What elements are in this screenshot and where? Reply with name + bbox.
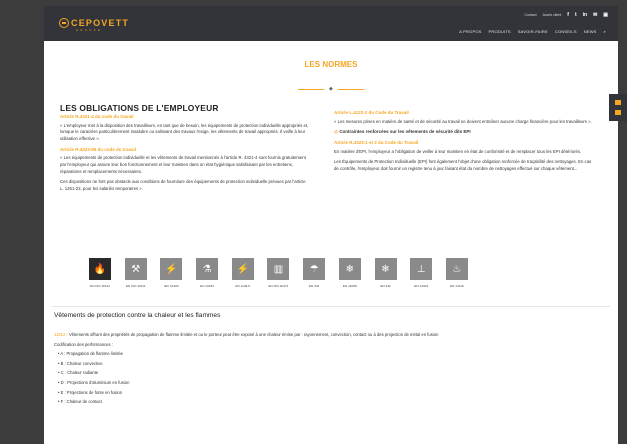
norm-item[interactable]: ⊥ EN 14404 (410, 258, 433, 288)
warning-icon: ⚠ (334, 129, 339, 135)
extreme-cold-icon[interactable]: ❄ (374, 258, 397, 280)
right-column: Article L.4122-2 du Code du Travail « Le… (334, 110, 596, 177)
article-title: Article L.4122-2 du Code du Travail (334, 110, 409, 115)
norm-item[interactable]: ⚡ IEC 61482 (160, 258, 183, 288)
norm-item[interactable]: ⚗ EN 13034 (196, 258, 219, 288)
floating-widget-icon[interactable] (615, 100, 621, 105)
section-body: 11612 : Vêtements offrant des propriétés… (54, 330, 438, 407)
nav-item-a-propos[interactable]: A PROPOS (459, 29, 481, 34)
norm-label: IEC 61482 (164, 284, 179, 288)
title-divider: ◆ (298, 86, 364, 92)
norm-label: EN 1149-5 (235, 284, 251, 288)
norm-label: EN ISO 11612 (90, 284, 110, 288)
norm-item[interactable]: ❄ EN 342 (374, 258, 397, 288)
high-visibility-icon[interactable]: ▥ (267, 258, 290, 280)
list-item: • A : Propagation de flamme limitée (58, 351, 124, 357)
norm-description-text: : Vêtements offrant des propriétés de pr… (65, 332, 439, 337)
article-text: « L'employeur met à la disposition des t… (60, 122, 309, 141)
divider-line-left (298, 89, 324, 90)
warning-text: Contraintes renforcées sur les vêtements… (339, 129, 471, 135)
search-icon[interactable]: ⌕ (604, 29, 606, 34)
nav-item-savoir-faire[interactable]: SAVOIR-FAIRE (518, 29, 548, 34)
article-title: Article R.4323-1 et 2 du Code du Travail (334, 139, 419, 145)
norm-code-link[interactable]: 11612 (54, 332, 65, 337)
floating-widget-icon[interactable] (615, 110, 621, 115)
nav-item-conseils[interactable]: CONSEILS (555, 29, 577, 34)
site-header: CEPOVETT GROUPE Contact Accès client f t… (44, 6, 618, 41)
norm-item[interactable]: 🔥 EN ISO 11612 (89, 258, 111, 288)
chemical-icon[interactable]: ⚗ (196, 258, 219, 280)
left-column: LES OBLIGATIONS DE L'EMPLOYEUR Article R… (60, 103, 310, 196)
page: CEPOVETT GROUPE Contact Accès client f t… (44, 6, 618, 444)
norm-label: EN ISO 20471 (268, 284, 289, 288)
norm-label: EN ISO 11611 (125, 284, 146, 288)
twitter-icon[interactable]: t (575, 12, 577, 18)
norm-icons-row: 🔥 EN ISO 11612 ⚒ EN ISO 11611 ⚡ IEC 61482 ⚗… (89, 258, 468, 288)
cold-icon[interactable]: ❄ (338, 258, 361, 280)
divider-ornament-icon: ◆ (329, 86, 333, 92)
norm-label: EN 14116 (450, 284, 464, 288)
article-text: Les Équipements de Protection Individuel… (334, 159, 592, 171)
norm-item[interactable]: ❄ EN 14058 (338, 258, 361, 288)
article-text: « Les équipements de protection individu… (60, 155, 306, 174)
norm-item[interactable]: ☂ EN 343 (303, 258, 326, 288)
norm-description: 11612 : Vêtements offrant des propriétés… (54, 330, 438, 340)
article-text: « Les mesures prises en matière de santé… (334, 118, 592, 124)
norm-item[interactable]: ♨ EN 14116 (445, 258, 468, 288)
mail-icon[interactable]: ✉ (593, 12, 597, 18)
list-item: • B : Chaleur convective (58, 360, 103, 366)
norm-label: EN 13034 (200, 284, 214, 288)
flame-icon[interactable]: 🔥 (89, 258, 111, 280)
nav-item-news[interactable]: NEWS (584, 29, 597, 34)
article-text: Ces dispositions ne font pas obstacle au… (60, 179, 306, 191)
article-title: Article R.4323-95 du code du travail (60, 146, 137, 152)
codification-label: Codification des performances : (54, 341, 113, 347)
norm-label: EN 342 (380, 284, 391, 288)
floating-side-widget[interactable] (609, 94, 627, 121)
logo[interactable]: CEPOVETT (59, 18, 129, 28)
list-item: • D : Projections d'aluminium en fusion (58, 379, 130, 385)
knee-pad-icon[interactable]: ⊥ (410, 258, 433, 280)
linkedin-icon[interactable]: in (583, 12, 587, 18)
article-title: Article R.4321-4 du code du travail (60, 114, 134, 119)
warning-line: ⚠ Contraintes renforcées sur les vêtemen… (334, 129, 596, 136)
limited-flame-icon[interactable]: ♨ (445, 258, 468, 280)
norm-item[interactable]: ⚒ EN ISO 11611 (124, 258, 147, 288)
rain-icon[interactable]: ☂ (303, 258, 326, 280)
section-divider (52, 306, 610, 307)
section-title: Vêtements de protection contre la chaleu… (54, 312, 221, 319)
nav-item-produits[interactable]: PRODUITS (489, 29, 511, 34)
electric-arc-icon[interactable]: ⚡ (160, 258, 183, 280)
facebook-icon[interactable]: f (567, 12, 569, 18)
page-title: LES NORMES (304, 60, 358, 69)
article-text: En matière d'EPI, l'employeur a l'obliga… (334, 148, 582, 154)
norm-item[interactable]: ⚡ EN 1149-5 (231, 258, 254, 288)
norm-label: EN 343 (308, 284, 320, 288)
main-nav: A PROPOS PRODUITS SAVOIR-FAIRE CONSEILS … (459, 29, 606, 34)
antistatic-icon[interactable]: ⚡ (231, 258, 254, 280)
norm-item[interactable]: ▥ EN ISO 20471 (267, 258, 290, 288)
top-nav: Contact Accès client f t in ✉ ▣ (525, 12, 608, 18)
norm-label: EN 14058 (342, 284, 357, 288)
list-item: • C : Chaleur radiante (58, 370, 99, 376)
divider-line-right (338, 89, 364, 90)
obligations-heading: LES OBLIGATIONS DE L'EMPLOYEUR (60, 103, 219, 113)
norm-label: EN 14404 (414, 284, 429, 288)
youtube-icon[interactable]: ▣ (603, 12, 608, 18)
list-item: • E : Projections de fonte en fusion (58, 389, 123, 395)
client-space-link[interactable]: Accès client (543, 13, 562, 17)
welding-icon[interactable]: ⚒ (124, 258, 147, 280)
contact-link[interactable]: Contact (525, 13, 537, 17)
logo-text: CEPOVETT (71, 17, 130, 28)
list-item: • F : Chaleur de contact (58, 399, 102, 405)
logo-mark-icon (59, 18, 69, 28)
logo-tagline: GROUPE (76, 29, 103, 32)
